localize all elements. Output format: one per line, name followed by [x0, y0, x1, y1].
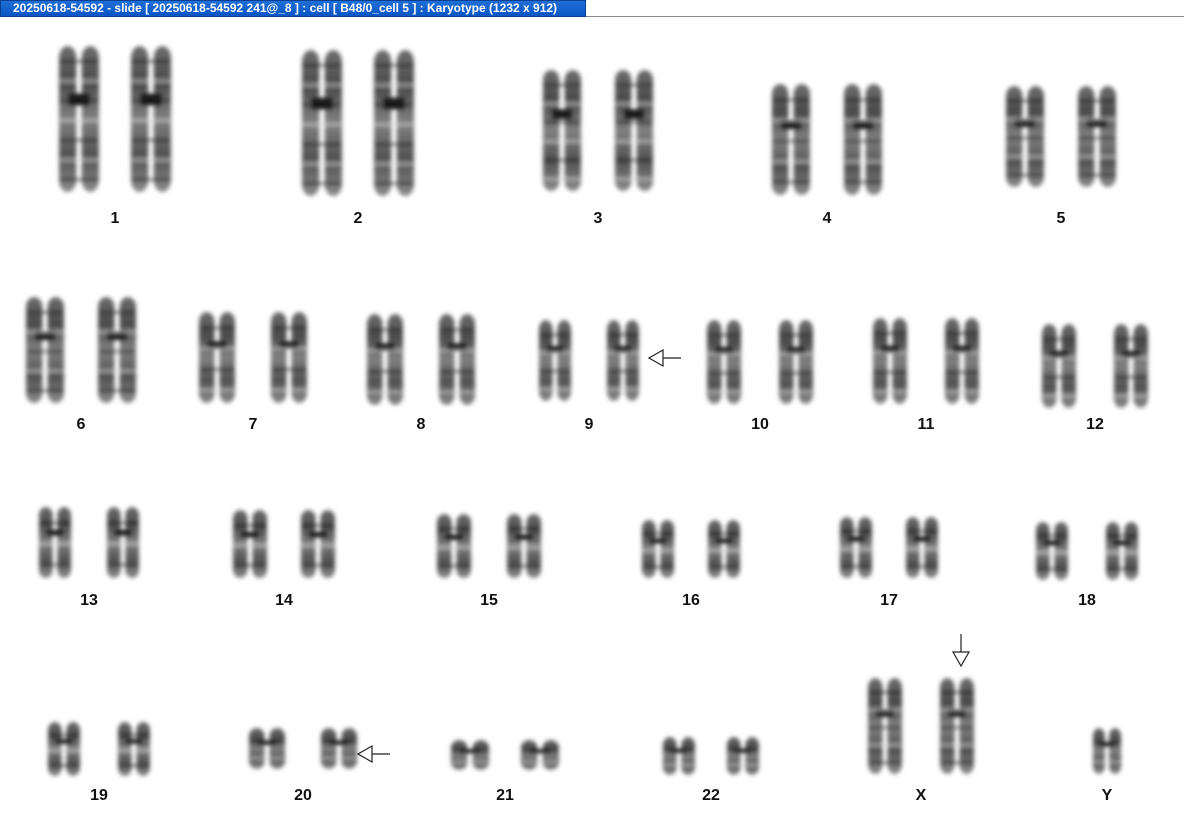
chromosome-14-copy-1[interactable]: [232, 508, 268, 580]
window-title-bar[interactable]: 20250618-54592 - slide [ 20250618-54592 …: [0, 0, 586, 17]
marker-arrow-chromosome-x: [951, 634, 971, 668]
chromosome-8-copy-2[interactable]: [438, 312, 476, 407]
chromosome-17-copy-2[interactable]: [905, 515, 939, 580]
chromosome-10-copy-2[interactable]: [778, 318, 814, 406]
chromosome-2-copy-2[interactable]: [373, 48, 415, 198]
chromosome-10-copy-1[interactable]: [706, 318, 742, 406]
chromosome-21-copy-1[interactable]: [450, 738, 490, 772]
chromosome-label-6: 6: [76, 416, 86, 433]
chromosome-5-copy-1[interactable]: [1005, 84, 1045, 189]
title-divider: [586, 16, 1184, 17]
chromosome-6-copy-2[interactable]: [97, 295, 137, 405]
chromosome-label-9: 9: [584, 416, 594, 433]
chromosome-21-copy-2[interactable]: [520, 738, 560, 772]
chromosome-label-18: 18: [1078, 592, 1096, 609]
marker-arrow-chromosome-20: [356, 744, 390, 764]
chromosome-13-copy-2[interactable]: [106, 505, 140, 580]
chromosome-9-copy-2[interactable]: [606, 318, 640, 403]
chromosome-5-copy-2[interactable]: [1077, 84, 1117, 189]
chromosome-18-copy-2[interactable]: [1105, 520, 1139, 582]
chromosome-19-copy-2[interactable]: [117, 720, 151, 778]
chromosome-12-copy-2[interactable]: [1113, 322, 1149, 410]
chromosome-8-copy-1[interactable]: [366, 312, 404, 407]
chromosome-x-copy-2[interactable]: [939, 676, 975, 776]
chromosome-label-17: 17: [880, 592, 898, 609]
chromosome-label-13: 13: [80, 592, 98, 609]
chromosome-label-y: Y: [1101, 787, 1113, 804]
chromosome-9-copy-1[interactable]: [538, 318, 572, 403]
chromosome-label-8: 8: [416, 416, 426, 433]
window-title: 20250618-54592 - slide [ 20250618-54592 …: [13, 1, 558, 15]
chromosome-14-copy-2[interactable]: [300, 508, 336, 580]
chromosome-label-5: 5: [1056, 210, 1066, 227]
chromosome-1-copy-2[interactable]: [130, 44, 172, 194]
chromosome-12-copy-1[interactable]: [1041, 322, 1077, 410]
chromosome-3-copy-1[interactable]: [542, 68, 582, 193]
chromosome-20-copy-1[interactable]: [248, 726, 286, 771]
chromosome-label-14: 14: [275, 592, 293, 609]
chromosome-label-x: X: [915, 787, 927, 804]
chromosome-label-15: 15: [480, 592, 498, 609]
chromosome-11-copy-1[interactable]: [872, 316, 908, 406]
chromosome-3-copy-2[interactable]: [614, 68, 654, 193]
chromosome-22-copy-2[interactable]: [726, 735, 760, 777]
chromosome-label-21: 21: [496, 787, 514, 804]
chromosome-y-copy-1[interactable]: [1092, 726, 1122, 776]
chromosome-label-22: 22: [702, 787, 720, 804]
marker-arrow-chromosome-9: [647, 348, 681, 368]
chromosome-label-20: 20: [294, 787, 312, 804]
chromosome-x-copy-1[interactable]: [867, 676, 903, 776]
chromosome-label-1: 1: [110, 210, 120, 227]
chromosome-2-copy-1[interactable]: [301, 48, 343, 198]
chromosome-20-copy-2[interactable]: [320, 726, 358, 771]
chromosome-label-16: 16: [682, 592, 700, 609]
chromosome-11-copy-2[interactable]: [944, 316, 980, 406]
chromosome-4-copy-1[interactable]: [771, 82, 811, 197]
chromosome-label-10: 10: [751, 416, 769, 433]
chromosome-label-19: 19: [90, 787, 108, 804]
chromosome-1-copy-1[interactable]: [58, 44, 100, 194]
chromosome-15-copy-1[interactable]: [436, 512, 472, 580]
chromosome-label-3: 3: [593, 210, 603, 227]
chromosome-label-12: 12: [1086, 416, 1104, 433]
chromosome-7-copy-1[interactable]: [198, 310, 236, 405]
chromosome-7-copy-2[interactable]: [270, 310, 308, 405]
chromosome-label-4: 4: [822, 210, 832, 227]
chromosome-15-copy-2[interactable]: [506, 512, 542, 580]
chromosome-19-copy-1[interactable]: [47, 720, 81, 778]
chromosome-22-copy-1[interactable]: [662, 735, 696, 777]
chromosome-16-copy-1[interactable]: [641, 518, 675, 580]
chromosome-label-7: 7: [248, 416, 258, 433]
chromosome-18-copy-1[interactable]: [1035, 520, 1069, 582]
chromosome-label-11: 11: [917, 416, 935, 433]
chromosome-label-2: 2: [353, 210, 363, 227]
chromosome-13-copy-1[interactable]: [38, 505, 72, 580]
chromosome-4-copy-2[interactable]: [843, 82, 883, 197]
chromosome-16-copy-2[interactable]: [707, 518, 741, 580]
chromosome-17-copy-1[interactable]: [839, 515, 873, 580]
chromosome-6-copy-1[interactable]: [25, 295, 65, 405]
